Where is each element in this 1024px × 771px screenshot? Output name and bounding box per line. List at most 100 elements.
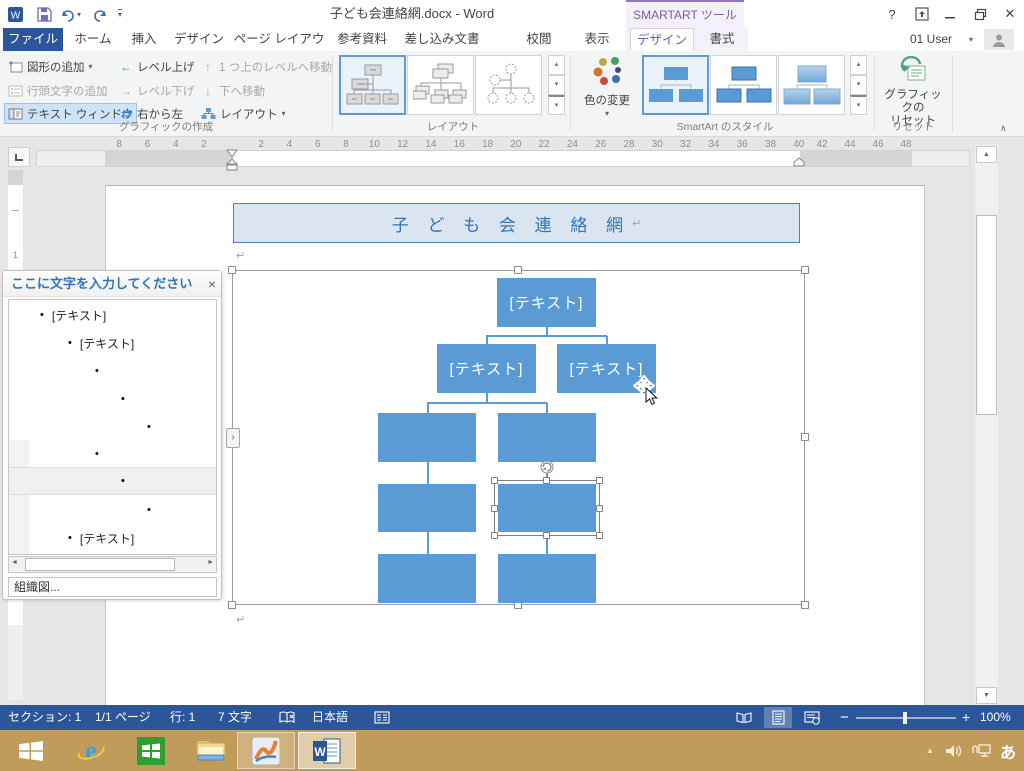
hscrollbar-thumb[interactable] bbox=[25, 558, 175, 571]
move-down-button[interactable]: ↓ 下へ移動 bbox=[198, 80, 268, 101]
collapse-ribbon-button[interactable]: ∧ bbox=[1000, 123, 1007, 134]
promote-button[interactable]: ← レベル上げ bbox=[116, 56, 198, 77]
tab-smartart-format[interactable]: 書式 bbox=[698, 28, 746, 51]
text-pane-item-level4[interactable]: • bbox=[10, 385, 216, 413]
vertical-scrollbar[interactable]: ▲ ▼ bbox=[975, 145, 998, 705]
rotation-handle[interactable] bbox=[538, 458, 556, 476]
status-section[interactable]: セクション: 1 bbox=[8, 705, 81, 730]
zoom-out-button[interactable]: − bbox=[840, 705, 849, 730]
text-pane-item-level2[interactable]: •[テキスト] bbox=[10, 329, 216, 357]
volume-icon[interactable] bbox=[942, 730, 966, 771]
layout-thumbnail-organization-chart[interactable] bbox=[339, 55, 406, 115]
help-button[interactable]: ? bbox=[880, 3, 904, 25]
status-line-number[interactable]: 行: 1 bbox=[170, 705, 195, 730]
taskbar-internet-explorer[interactable]: e bbox=[62, 732, 120, 769]
status-word-count[interactable]: 7 文字 bbox=[218, 705, 252, 730]
text-pane-toggle-button[interactable]: › bbox=[226, 428, 240, 448]
layout-thumbnail-name-title-organization-chart[interactable] bbox=[475, 55, 542, 115]
avatar[interactable] bbox=[984, 29, 1014, 50]
user-caret-icon[interactable]: ▾ bbox=[964, 28, 978, 51]
restore-button[interactable] bbox=[968, 3, 992, 25]
canvas-handle-right[interactable] bbox=[801, 433, 809, 441]
shape-handle-left[interactable] bbox=[491, 505, 498, 512]
scroll-down-button[interactable]: ▼ bbox=[976, 687, 997, 704]
ime-status-icon[interactable] bbox=[374, 711, 390, 724]
reset-graphic-button[interactable]: グラフィックの リセット bbox=[880, 56, 946, 128]
vscrollbar-thumb[interactable] bbox=[976, 215, 997, 415]
tab-selector-button[interactable] bbox=[8, 147, 30, 167]
taskbar-file-explorer[interactable] bbox=[182, 732, 240, 769]
scroll-up-button[interactable]: ▲ bbox=[976, 146, 997, 163]
save-button[interactable] bbox=[37, 5, 52, 23]
tab-references[interactable]: 参考資料 bbox=[328, 28, 396, 51]
title-text-box[interactable]: 子 ど も 会 連 絡 網 ↵ bbox=[233, 203, 800, 243]
style-gallery-scroll-up[interactable]: ▴ bbox=[850, 55, 867, 75]
redo-button[interactable] bbox=[92, 5, 108, 23]
shape-handle-right[interactable] bbox=[596, 505, 603, 512]
undo-button[interactable]: ▾ bbox=[60, 5, 81, 23]
text-pane-item-level3[interactable]: • bbox=[10, 357, 216, 385]
right-indent-marker[interactable] bbox=[793, 157, 806, 168]
style-gallery-scroll-down[interactable]: ▾ bbox=[850, 75, 867, 95]
move-up-button[interactable]: ↑ 1 つ上のレベルへ移動 bbox=[198, 56, 335, 77]
shape-handle-top-right[interactable] bbox=[596, 477, 603, 484]
scroll-left-icon[interactable]: ◄ bbox=[11, 559, 18, 566]
user-name[interactable]: 01 User bbox=[902, 28, 960, 51]
start-button[interactable] bbox=[8, 732, 54, 769]
text-pane-hscrollbar[interactable]: ◄ ► bbox=[8, 556, 217, 573]
add-shape-button[interactable]: 図形の追加▾ bbox=[5, 56, 96, 77]
tab-smartart-design[interactable]: デザイン bbox=[630, 28, 694, 51]
word-logo-icon[interactable]: W bbox=[8, 5, 25, 23]
taskbar-store[interactable] bbox=[122, 732, 180, 769]
tab-mailings[interactable]: 差し込み文書 bbox=[398, 28, 486, 51]
layout-thumbnail-picture-organization-chart[interactable] bbox=[407, 55, 474, 115]
shape-handle-top[interactable] bbox=[543, 477, 550, 484]
change-colors-button[interactable]: 色の変更 ▾ bbox=[578, 55, 636, 125]
shape-handle-bottom[interactable] bbox=[543, 532, 550, 539]
read-mode-button[interactable] bbox=[730, 707, 758, 728]
smartart-shape-top[interactable]: [テキスト] bbox=[497, 278, 596, 327]
tab-insert[interactable]: 挿入 bbox=[122, 28, 166, 51]
canvas-handle-bottom-right[interactable] bbox=[801, 601, 809, 609]
tab-file[interactable]: ファイル bbox=[3, 28, 63, 51]
network-icon[interactable] bbox=[968, 730, 994, 771]
style-thumbnail-subtle-effect[interactable] bbox=[778, 55, 845, 115]
demote-button[interactable]: → レベル下げ bbox=[116, 80, 198, 101]
hanging-indent-marker[interactable] bbox=[226, 158, 239, 173]
undo-caret-icon[interactable]: ▾ bbox=[77, 10, 81, 19]
zoom-slider-thumb[interactable] bbox=[903, 712, 907, 724]
style-gallery-more-button[interactable]: ▾ bbox=[850, 95, 867, 115]
smartart-shape-row5-right[interactable] bbox=[498, 554, 596, 603]
close-button[interactable]: ✕ bbox=[998, 3, 1022, 25]
tab-home[interactable]: ホーム bbox=[66, 28, 120, 51]
canvas-handle-top[interactable] bbox=[514, 266, 522, 274]
canvas-handle-top-left[interactable] bbox=[228, 266, 236, 274]
smartart-shape-row3-left[interactable] bbox=[378, 413, 476, 462]
canvas-handle-bottom-left[interactable] bbox=[228, 601, 236, 609]
layout-gallery-more-button[interactable]: ▾ bbox=[548, 95, 565, 115]
text-pane-close-button[interactable]: × bbox=[203, 273, 221, 295]
smartart-shape-row4-left[interactable] bbox=[378, 484, 476, 532]
tab-design[interactable]: デザイン bbox=[168, 28, 230, 51]
scroll-right-icon[interactable]: ► bbox=[207, 559, 214, 566]
style-thumbnail-outline[interactable] bbox=[710, 55, 777, 115]
layout-gallery-scroll-down[interactable]: ▾ bbox=[548, 75, 565, 95]
ime-mode-indicator[interactable]: あ bbox=[996, 730, 1020, 771]
text-pane-item-level5[interactable]: • bbox=[10, 413, 216, 441]
minimize-button[interactable] bbox=[938, 3, 962, 25]
canvas-handle-top-right[interactable] bbox=[801, 266, 809, 274]
smartart-shape-level2-left[interactable]: [テキスト] bbox=[437, 344, 536, 393]
taskbar-word[interactable]: W bbox=[298, 732, 356, 769]
web-layout-button[interactable] bbox=[798, 707, 826, 728]
text-pane-item-selected[interactable]: • bbox=[10, 467, 216, 495]
text-pane-item-level1[interactable]: •[テキスト] bbox=[10, 301, 216, 329]
qat-customize-button[interactable]: ▾ bbox=[118, 5, 122, 23]
zoom-percentage[interactable]: 100% bbox=[980, 705, 1011, 730]
shape-handle-top-left[interactable] bbox=[491, 477, 498, 484]
language-button[interactable]: 日本語 bbox=[312, 705, 348, 730]
zoom-in-button[interactable]: + bbox=[962, 705, 970, 730]
first-line-indent-marker[interactable] bbox=[226, 149, 239, 158]
add-bullet-button[interactable]: 行頭文字の追加 bbox=[5, 80, 111, 101]
text-pane-item-level5[interactable]: • bbox=[10, 496, 216, 524]
ribbon-display-options-button[interactable] bbox=[910, 3, 934, 25]
